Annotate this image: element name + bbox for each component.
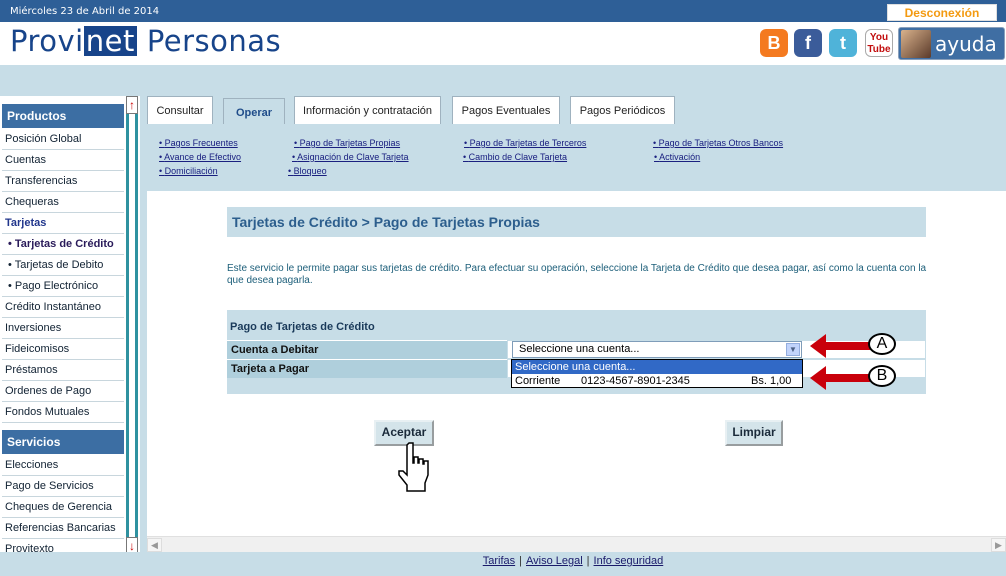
sidebar-item-prestamos[interactable]: Préstamos: [2, 360, 124, 381]
link-pago-tarjetas-otros-bancos[interactable]: Pago de Tarjetas Otros Bancos: [653, 138, 783, 148]
callout-arrow-shaft: [824, 374, 870, 382]
help-label: ayuda: [935, 32, 997, 56]
intro-text: Este servicio le permite pagar sus tarje…: [227, 263, 927, 286]
horizontal-scrollbar[interactable]: ◀ ▶: [147, 536, 1006, 552]
hand-pointer-icon: [398, 442, 429, 492]
sidebar-item-tarjetas-credito[interactable]: • Tarjetas de Crédito: [2, 234, 124, 255]
twitter-icon[interactable]: t: [829, 29, 857, 57]
form-title: Pago de Tarjetas de Crédito: [230, 321, 375, 333]
tab-bar: Consultar Operar Información y contratac…: [147, 96, 1006, 126]
clear-button[interactable]: Limpiar: [725, 420, 783, 446]
header: Provinet Personas B f t You Tube ayuda: [0, 22, 1006, 65]
disconnect-button[interactable]: Desconexión: [887, 4, 997, 21]
sidebar-item-tarjetas[interactable]: Tarjetas: [2, 213, 124, 234]
footer-link-aviso-legal[interactable]: Aviso Legal: [526, 555, 583, 567]
sidebar-item-cheques-gerencia[interactable]: Cheques de Gerencia: [2, 497, 124, 518]
sidebar-item-inversiones[interactable]: Inversiones: [2, 318, 124, 339]
link-pago-tarjetas-propias[interactable]: Pago de Tarjetas Propias: [294, 138, 400, 148]
sidebar-item-credito-instantaneo[interactable]: Crédito Instantáneo: [2, 297, 124, 318]
brand-logo[interactable]: Provinet Personas: [10, 24, 281, 58]
sidebar-item-ordenes-pago[interactable]: Ordenes de Pago: [2, 381, 124, 402]
link-bloqueo[interactable]: Bloqueo: [288, 166, 327, 176]
sidebar-item-cuentas[interactable]: Cuentas: [2, 150, 124, 171]
sidebar-item-posicion-global[interactable]: Posición Global: [2, 129, 124, 150]
sidebar-item-fideicomisos[interactable]: Fideicomisos: [2, 339, 124, 360]
link-asignacion-clave[interactable]: Asignación de Clave Tarjeta: [292, 152, 408, 162]
youtube-icon[interactable]: You Tube: [865, 29, 893, 57]
account-balance: Bs. 1,00: [751, 375, 792, 387]
facebook-icon[interactable]: f: [794, 29, 822, 57]
account-type: Corriente: [515, 375, 561, 387]
card-to-pay-label: Tarjeta a Pagar: [227, 359, 507, 378]
scrollbar-track[interactable]: [129, 114, 135, 539]
link-avance-efectivo[interactable]: Avance de Efectivo: [159, 152, 241, 162]
debit-account-select[interactable]: Seleccione una cuenta... ▼: [512, 341, 802, 358]
sidebar: Productos Posición Global Cuentas Transf…: [0, 96, 140, 556]
brand-part-1: Provi: [10, 24, 84, 58]
tab-pagos-periodicos[interactable]: Pagos Periódicos: [570, 96, 675, 124]
brand-part-2: net: [83, 24, 137, 58]
sub-navigation: Pagos Frecuentes Avance de Efectivo Domi…: [147, 124, 1006, 191]
sidebar-item-fondos-mutuales[interactable]: Fondos Mutuales: [2, 402, 124, 423]
scroll-up-arrow-icon[interactable]: ↑: [126, 96, 138, 114]
current-date: Miércoles 23 de Abril de 2014: [10, 6, 160, 17]
sidebar-scrollbar[interactable]: ↑ ↓: [126, 96, 138, 556]
main-panel: Consultar Operar Información y contratac…: [147, 96, 1006, 556]
tab-pagos-eventuales[interactable]: Pagos Eventuales: [452, 96, 560, 124]
tab-operar[interactable]: Operar: [223, 98, 285, 126]
callout-b: B: [810, 365, 900, 390]
callout-label-a: A: [868, 333, 896, 355]
footer-link-info-seguridad[interactable]: Info seguridad: [594, 555, 664, 567]
scroll-right-icon[interactable]: ▶: [991, 538, 1006, 552]
callout-a: A: [810, 333, 900, 358]
dropdown-option-account[interactable]: Corriente 0123-4567-8901-2345 Bs. 1,00: [512, 374, 802, 388]
tab-informacion[interactable]: Información y contratación: [294, 96, 441, 124]
sidebar-products-title: Productos: [2, 104, 124, 128]
sidebar-item-pago-servicios[interactable]: Pago de Servicios: [2, 476, 124, 497]
link-activacion[interactable]: Activación: [654, 152, 700, 162]
link-cambio-clave[interactable]: Cambio de Clave Tarjeta: [463, 152, 567, 162]
link-domiciliacion[interactable]: Domiciliación: [159, 166, 218, 176]
dropdown-option-placeholder[interactable]: Seleccione una cuenta...: [512, 360, 802, 374]
help-button[interactable]: ayuda: [898, 27, 1005, 60]
top-bar: Miércoles 23 de Abril de 2014 Desconexió…: [0, 0, 1006, 22]
blogger-icon[interactable]: B: [760, 29, 788, 57]
scroll-left-icon[interactable]: ◀: [147, 538, 162, 552]
tab-consultar[interactable]: Consultar: [147, 96, 213, 124]
link-pagos-frecuentes[interactable]: Pagos Frecuentes: [159, 138, 238, 148]
sidebar-item-pago-electronico[interactable]: • Pago Electrónico: [2, 276, 124, 297]
select-value: Seleccione una cuenta...: [519, 343, 640, 355]
sidebar-item-elecciones[interactable]: Elecciones: [2, 455, 124, 476]
footer-link-tarifas[interactable]: Tarifas: [483, 555, 515, 567]
sidebar-item-referencias-bancarias[interactable]: Referencias Bancarias: [2, 518, 124, 539]
page-title: Tarjetas de Crédito > Pago de Tarjetas P…: [227, 207, 926, 237]
link-pago-tarjetas-terceros[interactable]: Pago de Tarjetas de Terceros: [464, 138, 587, 148]
sidebar-services-title: Servicios: [2, 430, 124, 454]
sidebar-item-tarjetas-debito[interactable]: • Tarjetas de Debito: [2, 255, 124, 276]
callout-label-b: B: [868, 365, 896, 387]
account-dropdown-list[interactable]: Seleccione una cuenta... Corriente 0123-…: [511, 359, 803, 388]
callout-arrow-shaft: [824, 342, 870, 350]
account-number: 0123-4567-8901-2345: [581, 375, 690, 387]
footer: Tarifas | Aviso Legal | Info seguridad: [0, 552, 1006, 576]
help-avatar: [901, 30, 931, 58]
sidebar-item-transferencias[interactable]: Transferencias: [2, 171, 124, 192]
sidebar-item-chequeras[interactable]: Chequeras: [2, 192, 124, 213]
brand-part-3: Personas: [146, 24, 282, 58]
chevron-down-icon[interactable]: ▼: [786, 343, 800, 356]
debit-account-label: Cuenta a Debitar: [227, 340, 507, 359]
